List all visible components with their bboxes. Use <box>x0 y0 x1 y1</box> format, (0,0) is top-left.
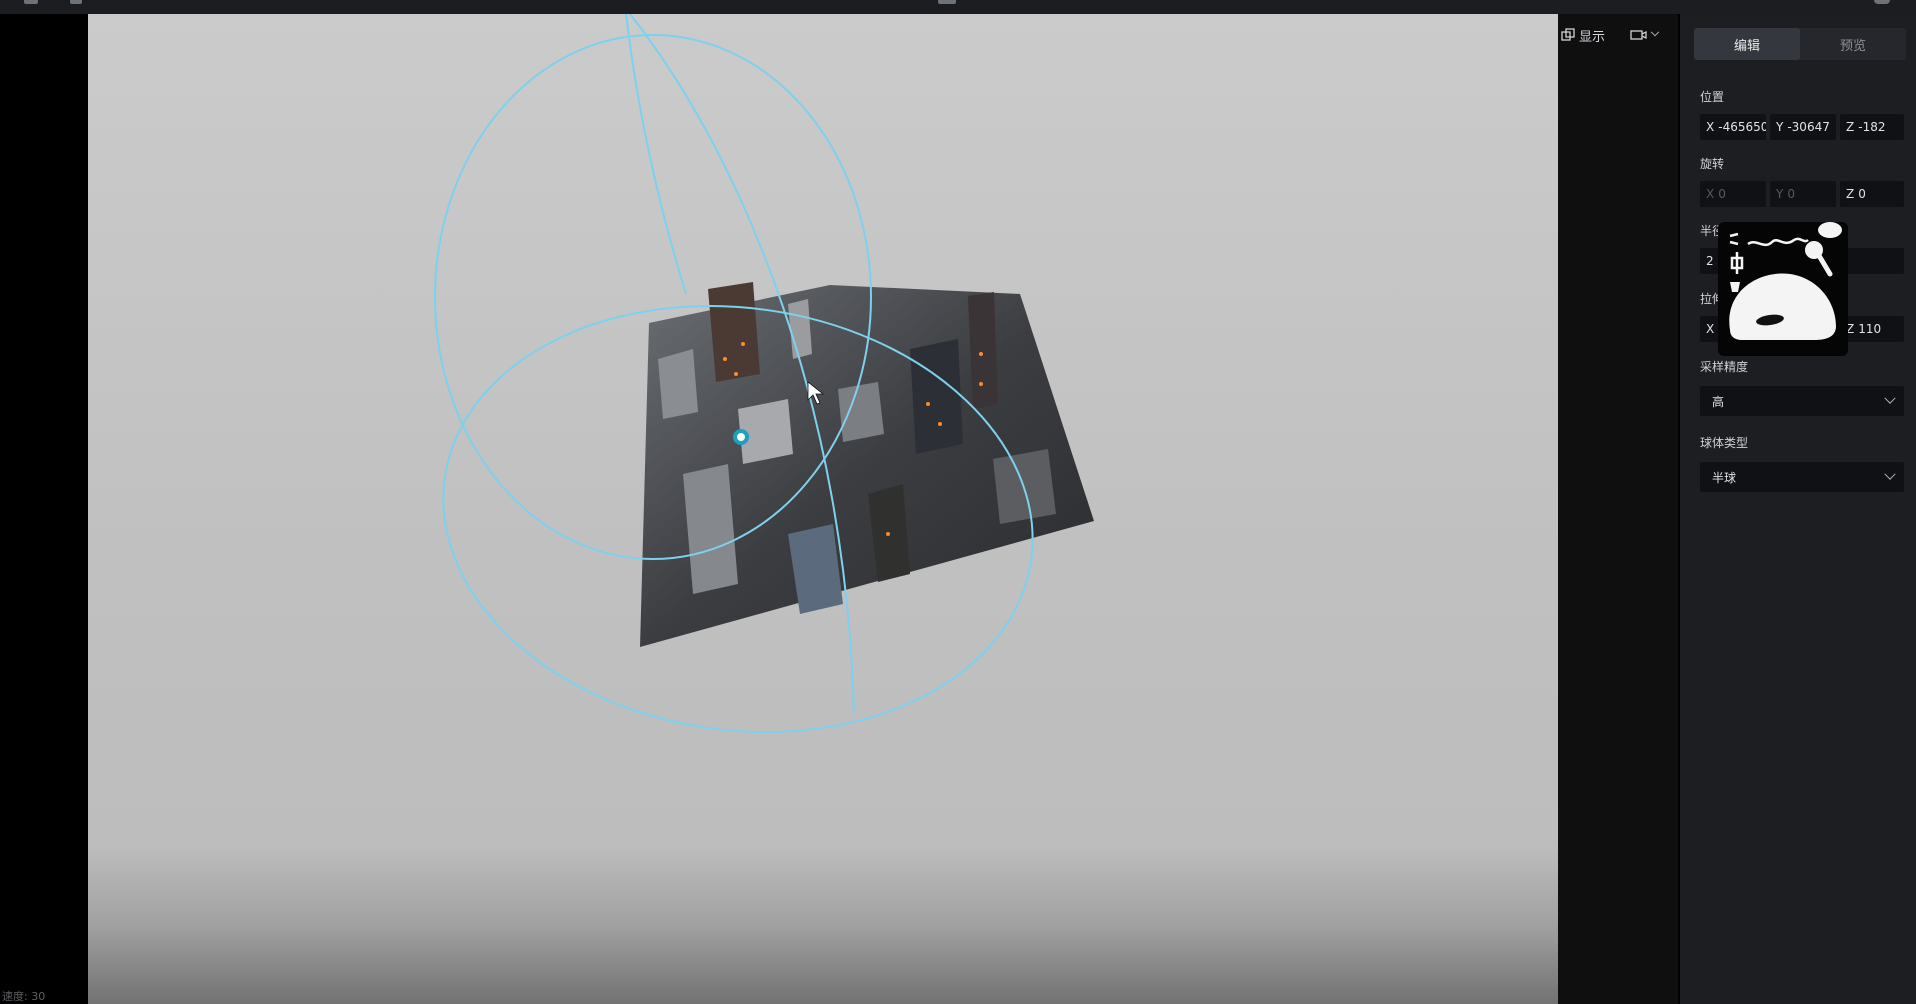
pivot-handle[interactable] <box>733 429 749 445</box>
rotation-label: 旋转 <box>1700 157 1725 171</box>
mode-tabs: 编辑 预览 <box>1694 28 1906 60</box>
speed-label: 速度: 30 <box>2 990 46 1003</box>
viewport-toolbar-area <box>1558 14 1678 1004</box>
sampling-select[interactable]: 高 <box>1700 386 1904 416</box>
stretch-z-field[interactable]: Z 110 <box>1840 316 1904 342</box>
chevron-down-icon <box>1650 27 1660 37</box>
sampling-label: 采样精度 <box>1700 360 1749 374</box>
scene-svg <box>434 14 1094 733</box>
axis-z-label: Z <box>1846 120 1855 134</box>
sphere-type-label: 球体类型 <box>1700 436 1749 450</box>
camera-dropdown[interactable] <box>1630 24 1660 46</box>
position-label: 位置 <box>1700 90 1725 104</box>
position-y-field[interactable]: Y -30647 <box>1770 114 1836 140</box>
display-toggle[interactable]: 显示 <box>1561 24 1605 46</box>
rotation-z-field[interactable]: Z0 <box>1840 181 1904 207</box>
chevron-down-icon <box>1884 468 1896 480</box>
file-icon[interactable] <box>70 0 82 4</box>
cube-icon[interactable] <box>938 0 956 4</box>
layers-icon <box>1561 28 1575 41</box>
top-bar <box>0 0 1916 14</box>
camera-icon <box>1630 30 1647 40</box>
left-strip: 速度: 30 <box>0 14 88 1004</box>
rotation-x-field: X0 <box>1700 181 1766 207</box>
tab-edit[interactable]: 编辑 <box>1694 28 1800 60</box>
rotation-y-field: Y0 <box>1770 181 1836 207</box>
axis-x-label: X <box>1706 120 1715 134</box>
chevron-down-icon <box>1884 392 1896 404</box>
axis-y-label: Y <box>1776 120 1784 134</box>
display-label: 显示 <box>1579 29 1606 45</box>
scene-viewport[interactable] <box>88 14 1558 1004</box>
whale-sticker-icon <box>1729 222 1842 340</box>
sphere-type-select[interactable]: 半球 <box>1700 462 1904 492</box>
help-icon[interactable] <box>1874 0 1890 4</box>
tab-preview[interactable]: 预览 <box>1800 28 1906 60</box>
position-x-field[interactable]: X -465650 <box>1700 114 1766 140</box>
menu-icon[interactable] <box>24 0 38 4</box>
properties-panel: 编辑 预览 位置 X -465650 Y -30647 Z -182 旋转 X0 Y0… <box>1680 14 1916 1004</box>
position-z-field[interactable]: Z -182 <box>1840 114 1904 140</box>
sticker-image <box>1718 222 1848 356</box>
